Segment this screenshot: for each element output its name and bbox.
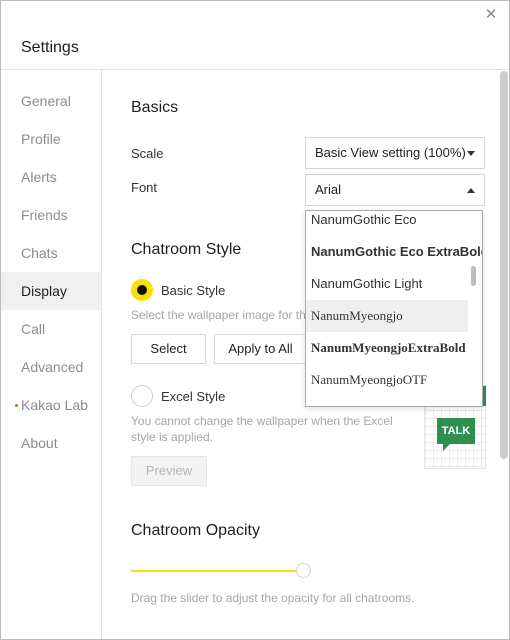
panel-scrollbar[interactable] <box>500 71 508 459</box>
select-wallpaper-button[interactable]: Select <box>131 334 206 364</box>
opacity-slider-track[interactable] <box>131 570 297 572</box>
new-indicator-dot <box>15 404 18 407</box>
opacity-description: Drag the slider to adjust the opacity fo… <box>131 591 415 605</box>
close-icon[interactable]: ✕ <box>483 7 499 23</box>
chevron-down-icon <box>467 151 475 156</box>
apply-to-all-button[interactable]: Apply to All <box>214 334 307 364</box>
scale-select-value: Basic View setting (100%) <box>315 145 466 160</box>
excel-style-radio[interactable] <box>131 385 153 407</box>
opacity-slider-handle[interactable] <box>296 563 311 578</box>
sidebar-item-display[interactable]: Display <box>1 272 101 310</box>
sidebar-item-friends[interactable]: Friends <box>1 196 101 234</box>
basic-style-radio[interactable] <box>131 279 153 301</box>
font-select[interactable]: Arial <box>305 174 485 206</box>
font-dropdown-list: NanumGothic Eco NanumGothic Eco ExtraBol… <box>305 210 483 407</box>
font-label: Font <box>131 180 158 195</box>
sidebar-item-profile[interactable]: Profile <box>1 120 101 158</box>
settings-sidebar: General Profile Alerts Friends Chats Dis… <box>1 70 102 639</box>
basics-heading: Basics <box>131 99 179 116</box>
font-option-nanumgothic-light[interactable]: NanumGothic Light <box>306 268 468 300</box>
sidebar-item-general[interactable]: General <box>1 82 101 120</box>
window-title: Settings <box>21 39 79 56</box>
excel-style-label: Excel Style <box>161 389 226 404</box>
font-select-value: Arial <box>315 182 342 197</box>
font-option-nanummyeongjo[interactable]: NanumMyeongjo <box>306 300 468 332</box>
scale-select[interactable]: Basic View setting (100%) <box>305 137 485 169</box>
sidebar-item-chats[interactable]: Chats <box>1 234 101 272</box>
font-option-nanummyeongjo-otf[interactable]: NanumMyeongjoOTF <box>306 364 468 396</box>
basic-style-label: Basic Style <box>161 283 226 298</box>
font-option-nanumgothic-eco[interactable]: NanumGothic Eco <box>306 211 468 236</box>
sidebar-item-advanced[interactable]: Advanced <box>1 348 101 386</box>
chatroom-opacity-heading: Chatroom Opacity <box>131 522 260 539</box>
dropdown-scrollbar[interactable] <box>471 266 476 286</box>
scale-label: Scale <box>131 146 164 161</box>
sidebar-item-label: Kakao Lab <box>21 397 88 413</box>
font-option-nanumgothic-eco-extrabold[interactable]: NanumGothic Eco ExtraBold <box>306 236 482 268</box>
settings-window: ✕ Settings General Profile Alerts Friend… <box>0 0 510 640</box>
sidebar-item-kakao-lab[interactable]: Kakao Lab <box>1 386 101 424</box>
sidebar-item-call[interactable]: Call <box>1 310 101 348</box>
sidebar-item-alerts[interactable]: Alerts <box>1 158 101 196</box>
chevron-up-icon <box>467 188 475 193</box>
preview-button[interactable]: Preview <box>131 456 207 486</box>
talk-badge: TALK <box>437 418 475 444</box>
excel-style-description: You cannot change the wallpaper when the… <box>131 414 393 444</box>
sidebar-item-about[interactable]: About <box>1 424 101 462</box>
basic-style-description: Select the wallpaper image for th <box>131 308 306 322</box>
talk-bubble-tail <box>443 444 450 451</box>
chatroom-style-heading: Chatroom Style <box>131 241 242 258</box>
font-option-nanummyeongjo-extrabold[interactable]: NanumMyeongjoExtraBold <box>306 332 468 364</box>
